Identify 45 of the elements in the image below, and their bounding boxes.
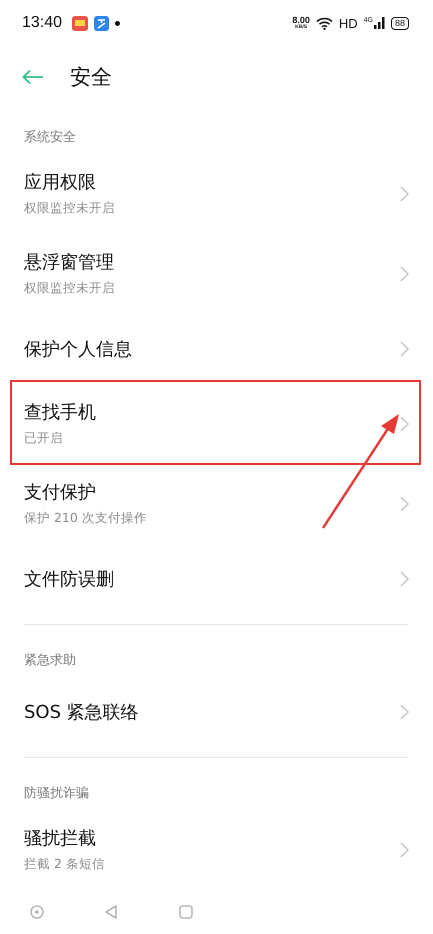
- settings-item[interactable]: 悬浮窗管理 权限监控未开启: [0, 234, 433, 314]
- item-title: 文件防误删: [24, 568, 115, 591]
- home-icon[interactable]: [178, 904, 193, 919]
- item-title: 悬浮窗管理: [24, 251, 115, 274]
- chevron-right-icon: [400, 704, 409, 720]
- app-notification-icon: [94, 16, 110, 31]
- app-notification-icon: [72, 16, 88, 31]
- item-title: 应用权限: [24, 171, 97, 194]
- section-label: 防骚扰诈骗: [23, 784, 90, 803]
- settings-item[interactable]: 文件防误删: [0, 544, 433, 614]
- signal-icon: [374, 17, 385, 30]
- item-subtitle: 拦截 2 条短信: [24, 856, 106, 874]
- settings-item[interactable]: 应用权限 权限监控未开启: [0, 154, 433, 234]
- item-title: 查找手机: [24, 401, 97, 424]
- item-subtitle: 已开启: [24, 430, 64, 448]
- chevron-right-icon: [400, 570, 409, 587]
- section-label: 紧急求助: [23, 652, 77, 670]
- item-title: 骚扰拦截: [24, 827, 97, 850]
- settings-item[interactable]: 查找手机 已开启: [0, 384, 433, 464]
- chevron-right-icon: [400, 266, 409, 282]
- chevron-right-icon: [400, 416, 409, 432]
- battery-indicator: 88: [390, 16, 409, 30]
- settings-item[interactable]: 保护个人信息: [0, 314, 433, 384]
- circle-dot-icon[interactable]: [30, 904, 44, 919]
- settings-item[interactable]: 骚扰拦截 拦截 2 条短信: [0, 810, 433, 890]
- item-subtitle: 保护 210 次支付操作: [24, 510, 148, 528]
- dot-icon: [115, 20, 120, 26]
- item-title: 保护个人信息: [24, 338, 133, 361]
- section-label: 系统安全: [23, 128, 77, 147]
- chevron-right-icon: [400, 340, 409, 357]
- chevron-right-icon: [400, 842, 409, 858]
- status-time: 13:40: [22, 14, 62, 32]
- item-title: 支付保护: [24, 481, 97, 504]
- hd-label: HD: [338, 16, 358, 31]
- item-subtitle: 权限监控未开启: [24, 280, 116, 298]
- settings-item[interactable]: SOS 紧急联络: [0, 676, 433, 747]
- wifi-icon: [316, 16, 333, 30]
- item-subtitle: 权限监控未开启: [24, 200, 116, 218]
- chevron-right-icon: [400, 186, 409, 202]
- settings-item[interactable]: 支付保护 保护 210 次支付操作: [0, 464, 433, 544]
- item-title: SOS 紧急联络: [24, 700, 140, 724]
- chevron-right-icon: [400, 496, 409, 512]
- back-arrow-icon[interactable]: [22, 68, 44, 85]
- back-icon[interactable]: [104, 904, 118, 920]
- page-title: 安全: [70, 64, 112, 91]
